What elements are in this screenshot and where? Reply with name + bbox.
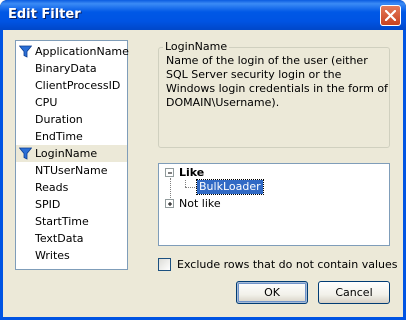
condition-tree[interactable]: Like BulkLoader Not like bbox=[158, 163, 390, 246]
field-item-writes[interactable]: Writes bbox=[16, 247, 127, 264]
field-item-reads[interactable]: Reads bbox=[16, 179, 127, 196]
field-label: StartTime bbox=[35, 215, 89, 228]
field-label: Duration bbox=[35, 113, 83, 126]
filter-funnel-icon bbox=[19, 147, 32, 160]
condition-value-bulkloader[interactable]: BulkLoader bbox=[196, 179, 264, 195]
field-item-cpu[interactable]: CPU bbox=[16, 94, 127, 111]
edit-filter-dialog: Edit Filter ApplicationName BinaryData C… bbox=[0, 0, 406, 320]
field-item-textdata[interactable]: TextData bbox=[16, 230, 127, 247]
title-bar[interactable]: Edit Filter bbox=[0, 0, 406, 30]
plus-icon bbox=[168, 202, 172, 206]
tree-connector bbox=[185, 187, 197, 188]
field-label: BinaryData bbox=[35, 62, 97, 75]
cancel-button[interactable]: Cancel bbox=[318, 281, 390, 304]
field-label: Reads bbox=[35, 181, 69, 194]
tree-connector bbox=[170, 178, 171, 198]
condition-not-like-label[interactable]: Not like bbox=[179, 197, 221, 211]
field-item-endtime[interactable]: EndTime bbox=[16, 128, 127, 145]
field-label: ApplicationName bbox=[35, 45, 129, 58]
ok-button[interactable]: OK bbox=[236, 281, 308, 304]
close-icon bbox=[385, 10, 396, 21]
expand-not-like-button[interactable] bbox=[165, 199, 174, 208]
field-label: SPID bbox=[35, 198, 61, 211]
field-item-spid[interactable]: SPID bbox=[16, 196, 127, 213]
field-label: CPU bbox=[35, 96, 58, 109]
condition-like-label[interactable]: Like bbox=[179, 166, 204, 180]
field-label: Writes bbox=[35, 249, 70, 262]
field-item-starttime[interactable]: StartTime bbox=[16, 213, 127, 230]
field-item-ntusername[interactable]: NTUserName bbox=[16, 162, 127, 179]
exclude-rows-label[interactable]: Exclude rows that do not contain values bbox=[177, 258, 397, 272]
tree-connector bbox=[185, 180, 186, 187]
collapse-like-button[interactable] bbox=[165, 168, 174, 177]
field-item-duration[interactable]: Duration bbox=[16, 111, 127, 128]
field-label: ClientProcessID bbox=[35, 79, 121, 92]
dialog-body: ApplicationName BinaryData ClientProcess… bbox=[3, 30, 403, 317]
minus-icon bbox=[168, 172, 172, 174]
field-item-clientprocessid[interactable]: ClientProcessID bbox=[16, 77, 127, 94]
field-list[interactable]: ApplicationName BinaryData ClientProcess… bbox=[15, 40, 129, 270]
field-item-loginname[interactable]: LoginName bbox=[16, 145, 127, 162]
field-label: EndTime bbox=[35, 130, 83, 143]
close-button[interactable] bbox=[380, 5, 401, 26]
description-title: LoginName bbox=[163, 40, 230, 53]
field-item-binarydata[interactable]: BinaryData bbox=[16, 60, 127, 77]
field-label: LoginName bbox=[35, 147, 98, 160]
field-label: NTUserName bbox=[35, 164, 108, 177]
exclude-rows-checkbox[interactable] bbox=[158, 258, 171, 271]
field-label: TextData bbox=[35, 232, 84, 245]
description-text: Name of the login of the user (either SQ… bbox=[166, 54, 388, 109]
filter-funnel-icon bbox=[19, 45, 32, 58]
window-title: Edit Filter bbox=[8, 7, 81, 22]
field-item-applicationname[interactable]: ApplicationName bbox=[16, 43, 129, 60]
